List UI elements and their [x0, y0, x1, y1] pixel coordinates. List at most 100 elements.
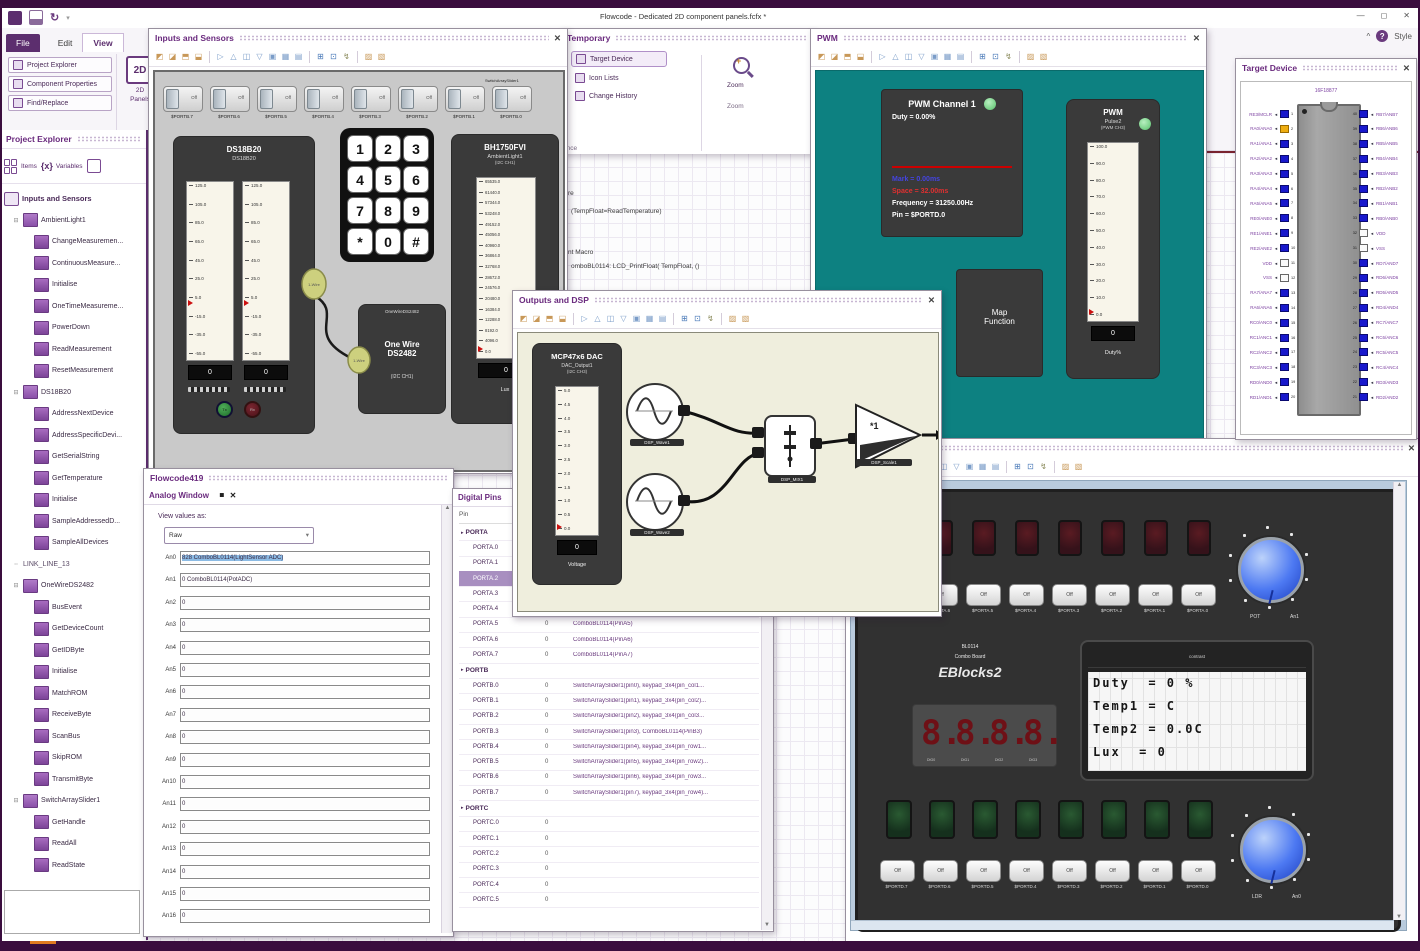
variables-button[interactable]: {x} Variables — [41, 161, 83, 171]
keypad-key-3[interactable]: 3 — [403, 135, 429, 162]
dsp-mixer-component[interactable] — [764, 415, 816, 477]
dsp-wave2-component[interactable] — [626, 473, 684, 531]
orientation-icon[interactable]: ▽ — [951, 461, 962, 472]
analog-field-An9[interactable]: 0 — [180, 752, 430, 767]
digital-row-PORTC.0[interactable]: PORTC.0 0 — [459, 816, 759, 832]
port-d-button-0[interactable]: Off — [880, 860, 915, 882]
properties-icon[interactable]: ⊡ — [990, 51, 1001, 62]
paste-icon[interactable]: ⬓ — [557, 313, 568, 324]
grid-icon[interactable]: ▦ — [280, 51, 291, 62]
mirror-icon[interactable]: ▤ — [657, 313, 668, 324]
expander-icon[interactable]: ⊟ — [12, 582, 20, 589]
digital-group-PORTB[interactable]: ▸ PORTB — [459, 663, 759, 679]
digital-row-PORTC.5[interactable]: PORTC.5 0 — [459, 892, 759, 909]
tree-macro[interactable]: SampleAddressedD... — [4, 511, 146, 533]
wand-icon[interactable]: ↯ — [1038, 461, 1049, 472]
analog-field-An5[interactable]: 0 — [180, 663, 430, 677]
tree-macro[interactable]: GetIDByte — [4, 640, 146, 662]
port-a-button-3[interactable]: Off — [1009, 584, 1044, 606]
snap-icon[interactable]: ▣ — [964, 461, 975, 472]
digital-row-PORTB.0[interactable]: PORTB.0 0 SwitchArraySlider1(pin0), keypad… — [459, 678, 759, 695]
view-option-icon-lists[interactable]: Icon Lists — [571, 71, 813, 85]
digital-row-PORTC.3[interactable]: PORTC.3 0 — [459, 862, 759, 878]
view-option-change-history[interactable]: Change History — [571, 89, 813, 103]
tree-macro[interactable]: ReadState — [4, 855, 146, 877]
pwm-slider-block[interactable]: PWM Pulse2 (PWM CH3) 100.0 90.0 80.0 70.0 60… — [1066, 99, 1160, 379]
checkbox-icon[interactable] — [575, 73, 585, 83]
clear-icon[interactable]: ▧ — [740, 313, 751, 324]
analog-field-An10[interactable]: 0 — [180, 775, 430, 789]
expander-icon[interactable]: ▸ — [461, 530, 464, 536]
copy-icon[interactable]: ⬒ — [180, 51, 191, 62]
tree-root[interactable]: Inputs and Sensors — [4, 188, 146, 210]
digital-row-PORTA.6[interactable]: PORTA.6 0 ComboBL0114(PinA6) — [459, 632, 759, 649]
clear-icon[interactable]: ▧ — [1073, 461, 1084, 472]
tree-macro[interactable]: GetHandle — [4, 812, 146, 834]
temporary-titlebar[interactable]: Temporary — [561, 29, 813, 47]
port-a-button-2[interactable]: Off — [966, 584, 1001, 606]
dac-slider[interactable]: 5.0 4.5 4.0 3.5 3.0 2.5 2.0 1.5 1.0 0.5 0.0 — [555, 386, 599, 536]
copy-icon[interactable]: ⬒ — [544, 313, 555, 324]
tree-component-AmbientLight1[interactable]: ⊟ AmbientLight1 — [4, 210, 146, 232]
delete-icon[interactable]: ▨ — [727, 313, 738, 324]
paste-icon[interactable]: ⬓ — [855, 51, 866, 62]
macros-button[interactable] — [86, 159, 101, 173]
properties-icon[interactable]: ⊡ — [328, 51, 339, 62]
connections-icon[interactable]: ⊞ — [315, 51, 326, 62]
wand-icon[interactable]: ↯ — [341, 51, 352, 62]
keypad-key-8[interactable]: 8 — [375, 197, 401, 224]
grid-icon[interactable]: ▦ — [942, 51, 953, 62]
keypad-key-6[interactable]: 6 — [403, 166, 429, 193]
snap-icon[interactable]: ▣ — [267, 51, 278, 62]
keypad-key-0[interactable]: 0 — [375, 228, 401, 255]
minimize-button[interactable]: — — [1357, 11, 1365, 20]
switch-$PORTB.0[interactable]: Off — [492, 86, 532, 112]
analog-field-An2[interactable]: 0 — [180, 595, 430, 610]
board-vertical-scrollbar[interactable]: ▲ ▼ — [1393, 482, 1405, 920]
pwm-titlebar[interactable]: PWM ✕ — [811, 29, 1206, 47]
wand-icon[interactable]: ↯ — [1003, 51, 1014, 62]
grid-icon[interactable]: ▦ — [977, 461, 988, 472]
slider-marker[interactable] — [188, 299, 193, 306]
quick-access-dropdown-icon[interactable]: ▾ — [66, 14, 70, 22]
inputs-canvas[interactable]: SwitchArraySlider1 Off $PORTB.7 Off $PORTB.6… — [153, 70, 565, 472]
digital-row-PORTB.2[interactable]: PORTB.2 0 SwitchArraySlider1(pin2), keypad… — [459, 709, 759, 725]
size-icon[interactable]: ◫ — [605, 313, 616, 324]
dsp-wave1-component[interactable] — [626, 383, 684, 441]
digital-group-PORTC[interactable]: ▸ PORTC — [459, 800, 759, 817]
analog-field-An1[interactable]: 0 ComboBL0114(PotADC) — [180, 573, 430, 588]
mirror-icon[interactable]: ▤ — [293, 51, 304, 62]
pan-icon[interactable]: ◪ — [531, 313, 542, 324]
port-a-button-7[interactable]: Off — [1181, 584, 1216, 606]
tree-macro[interactable]: ReceiveByte — [4, 704, 146, 726]
analog-field-An15[interactable]: 0 — [180, 887, 430, 901]
orientation-icon[interactable]: ▽ — [254, 51, 265, 62]
digital-row-PORTB.5[interactable]: PORTB.5 0 SwitchArraySlider1(pin5), keypad… — [459, 755, 759, 771]
analog-field-An3[interactable]: 0 — [180, 618, 430, 633]
pan-icon[interactable]: ◪ — [167, 51, 178, 62]
delete-icon[interactable]: ▨ — [1025, 51, 1036, 62]
tree-macro[interactable]: AddressNextDevice — [4, 403, 146, 425]
digital-row-PORTC.4[interactable]: PORTC.4 0 — [459, 877, 759, 894]
tree-macro[interactable]: ContinuousMeasure... — [4, 253, 146, 275]
digital-row-PORTC.2[interactable]: PORTC.2 0 — [459, 846, 759, 863]
pin-icon[interactable]: ▪ — [219, 487, 225, 505]
close-icon[interactable]: ✕ — [554, 33, 561, 44]
tree-component-OneWireDS2482[interactable]: ⊟ OneWireDS2482 — [4, 575, 146, 597]
mirror-icon[interactable]: ▤ — [955, 51, 966, 62]
select-icon[interactable]: ◩ — [154, 51, 165, 62]
analog-field-An0[interactable]: 828 ComboBL0114(LightSensor ADC) — [180, 551, 430, 565]
zoom-button[interactable]: Zoom — [727, 82, 769, 89]
size-icon[interactable]: ◫ — [241, 51, 252, 62]
position-icon[interactable]: △ — [228, 51, 239, 62]
style-button[interactable]: Style — [1394, 32, 1412, 41]
tree-macro[interactable]: TransmitByte — [4, 769, 146, 791]
clear-icon[interactable]: ▧ — [376, 51, 387, 62]
digital-row-PORTB.4[interactable]: PORTB.4 0 SwitchArraySlider1(pin4), keypad… — [459, 739, 759, 756]
tab-view[interactable]: View — [82, 33, 124, 52]
analog-field-An14[interactable]: 0 — [180, 864, 430, 879]
expander-icon[interactable]: ⊟ — [12, 389, 20, 396]
outputs-dsp-titlebar[interactable]: Outputs and DSP ✕ — [513, 291, 941, 309]
dac-component[interactable]: MCP47x6 DAC DAC_Output1 (I2C CH3) 5.0 4.5… — [532, 343, 622, 585]
snap-icon[interactable]: ▣ — [929, 51, 940, 62]
